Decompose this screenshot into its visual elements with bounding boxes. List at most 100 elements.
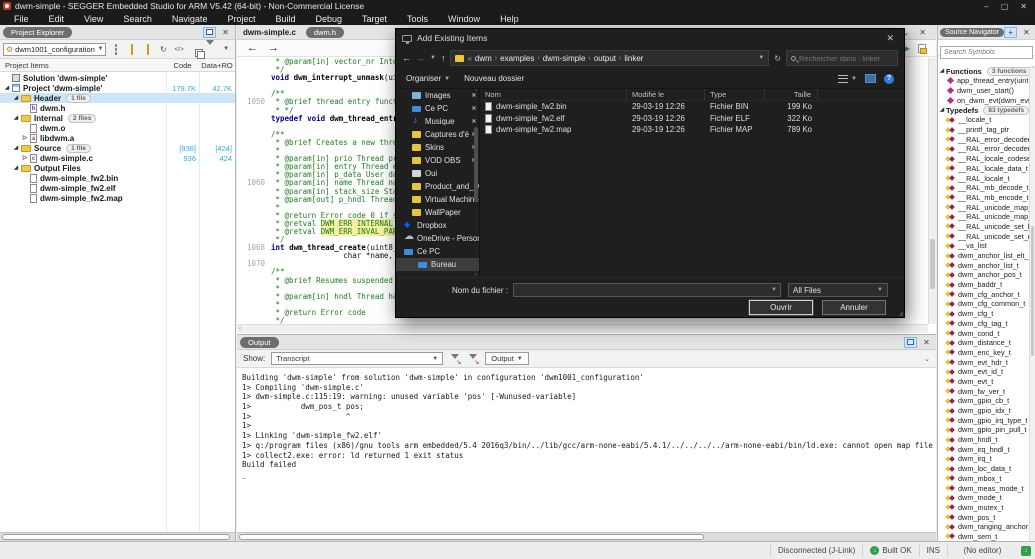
properties-icon[interactable] (110, 43, 122, 55)
menu-debug[interactable]: Debug (305, 14, 352, 24)
tab-dwm-simple-c[interactable]: dwm-simple.c (243, 28, 296, 37)
tree-row[interactable]: dwm-simple_fw2.map (0, 193, 235, 203)
tree-row[interactable]: ◢ Output Files (0, 163, 235, 173)
tree-row[interactable]: dwm-simple_fw2.elf (0, 183, 235, 193)
file-row[interactable]: dwm-simple_fw2.map 29-03-19 12:26 Fichier … (480, 124, 904, 136)
build-transcript[interactable]: Building 'dwm-simple' from solution 'dwm… (237, 369, 936, 532)
tree-row[interactable]: dwm-simple_fw2.bin (0, 173, 235, 183)
menu-tools[interactable]: Tools (397, 14, 438, 24)
typedef-item[interactable]: dwm_gpio_pin_pull_t (938, 425, 1029, 435)
menu-help[interactable]: Help (490, 14, 529, 24)
filename-input[interactable]: ▼ (513, 283, 781, 297)
organize-button[interactable]: Organiser ▼ (406, 74, 450, 83)
typedef-item[interactable]: dwm_evt_t (938, 377, 1029, 387)
breadcrumb-item-output[interactable]: output (594, 54, 616, 63)
menu-edit[interactable]: Edit (39, 14, 75, 24)
typedef-item[interactable]: dwm_irq_hndl_t (938, 444, 1029, 454)
typedef-item[interactable]: dwm_mutex_t (938, 503, 1029, 513)
dock-window-button[interactable] (904, 336, 917, 348)
typedef-item[interactable]: __RAL_unicode_set_bn (938, 222, 1029, 232)
typedef-item[interactable]: dwm_loc_data_t (938, 464, 1029, 474)
column-type[interactable]: Type (705, 89, 765, 100)
typedef-item[interactable]: dwm_cond_t (938, 328, 1029, 338)
expander-icon[interactable]: ▷ (21, 135, 29, 141)
typedef-item[interactable]: dwm_evt_id_t (938, 367, 1029, 377)
typedef-item[interactable]: dwm_hndl_t (938, 435, 1029, 445)
typedef-item[interactable]: dwm_gpio_cb_t (938, 396, 1029, 406)
refresh-symbols-button[interactable]: + (1004, 26, 1018, 38)
typedef-item[interactable]: dwm_enc_key_t (938, 348, 1029, 358)
folder-options-icon[interactable] (142, 43, 154, 55)
breadcrumb-item-dwm[interactable]: dwm (475, 54, 492, 63)
scrollbar-thumb[interactable] (2, 534, 230, 540)
close-panel-button[interactable]: ✕ (219, 27, 232, 38)
open-folder-icon[interactable] (126, 43, 138, 55)
expander-icon[interactable]: ◢ (938, 107, 946, 113)
breadcrumb-item-dwm-simple[interactable]: dwm-simple (543, 54, 586, 63)
column-project-items[interactable]: Project Items (5, 61, 49, 70)
typedef-item[interactable]: __printf_tag_ptr (938, 125, 1029, 135)
output-dropdown-button[interactable]: Output ▼ (485, 352, 529, 365)
sidebar-item-captures-d-[interactable]: Captures d'é✚ (396, 128, 479, 141)
scrollbar-thumb[interactable] (474, 127, 478, 202)
close-editor-button[interactable]: ✕ (919, 28, 926, 37)
typedef-item[interactable]: dwm_anchor_list_elt_t (938, 251, 1029, 261)
typedef-item[interactable]: dwm_evt_hdr_t (938, 357, 1029, 367)
breadcrumb-item-examples[interactable]: examples (500, 54, 534, 63)
menu-window[interactable]: Window (438, 14, 490, 24)
tree-row[interactable]: ◢ Internal 2 files (0, 113, 235, 123)
typedef-item[interactable]: dwm_gpio_idx_t (938, 406, 1029, 416)
transcript-select[interactable]: Transcript ▼ (271, 352, 444, 365)
sidebar-item-dropbox[interactable]: Dropbox (396, 219, 479, 232)
tree-row[interactable]: ◢ Source 1 file [936] [424] (0, 143, 235, 153)
expander-icon[interactable]: ◢ (12, 95, 20, 101)
dock-window-button[interactable] (203, 26, 216, 38)
typedef-item[interactable]: dwm_gpio_irq_type_t (938, 415, 1029, 425)
horizontal-scrollbar[interactable] (237, 532, 936, 541)
sidebar-item-ce-pc[interactable]: Ce PC ✚ (396, 102, 479, 115)
filetype-select[interactable]: All Files ▼ (788, 283, 888, 297)
back-icon[interactable]: ← (402, 53, 411, 63)
function-item[interactable]: app_thread_entry(uint (938, 76, 1029, 86)
help-icon[interactable]: ? (884, 73, 894, 84)
chevron-down-icon[interactable]: ▼ (758, 55, 764, 61)
typedef-item[interactable]: dwm_distance_t (938, 338, 1029, 348)
column-data-ro[interactable]: Data+RO (199, 61, 235, 70)
menu-search[interactable]: Search (113, 14, 162, 24)
tree-row[interactable]: Solution 'dwm-simple' (0, 73, 235, 83)
typedef-item[interactable]: __RAL_unicode_set_nc (938, 231, 1029, 241)
sidebar-item-wallpaper[interactable]: WallPaper (396, 206, 479, 219)
typedef-item[interactable]: dwm_cfg_t (938, 309, 1029, 319)
expander-icon[interactable]: ◢ (938, 68, 946, 74)
typedef-item[interactable]: __RAL_unicode_map_t (938, 212, 1029, 222)
sidebar-item-vod-obs[interactable]: VOD OBS✚ (396, 154, 479, 167)
column-name[interactable]: Nom ⌃ (480, 89, 627, 100)
typedef-item[interactable]: dwm_fw_ver_t (938, 386, 1029, 396)
typedef-item[interactable]: __RAL_unicode_map_t (938, 202, 1029, 212)
typedef-item[interactable]: dwm_cfg_anchor_t (938, 289, 1029, 299)
horizontal-scrollbar[interactable] (0, 532, 235, 541)
configuration-select[interactable]: ⚙ dwm1001_configuration ▼ (3, 42, 107, 56)
chevron-down-icon[interactable]: ⌄ (924, 355, 930, 363)
symbol-section-header[interactable]: ◢ Typedefs 83 typedefs (938, 105, 1029, 115)
new-folder-button[interactable]: Nouveau dossier (464, 74, 524, 83)
close-panel-button[interactable]: ✕ (920, 337, 933, 348)
symbols-scrollbar[interactable]: ⌃ (1029, 66, 1035, 541)
sidebar-item-skins[interactable]: Skins✚ (396, 141, 479, 154)
expander-icon[interactable]: ◢ (3, 85, 11, 91)
symbol-list[interactable]: ◢ Functions 3 functions app_thread_entry(ui… (938, 66, 1029, 541)
scrollbar-thumb[interactable] (239, 534, 704, 540)
sidebar-item-onedrive-persor[interactable]: OneDrive - Persor (396, 232, 479, 245)
sidebar-item-virtual-machine[interactable]: Virtual Machine (396, 193, 479, 206)
expander-icon[interactable]: ◢ (12, 145, 20, 151)
function-item[interactable]: on_dwm_evt(dwm_evt (938, 95, 1029, 105)
dialog-search-box[interactable] (786, 50, 898, 66)
sidebar-item-oui[interactable]: Oui (396, 167, 479, 180)
breadcrumb-overflow-icon[interactable]: « (467, 54, 471, 63)
typedef-item[interactable]: dwm_pos_t (938, 512, 1029, 522)
menu-target[interactable]: Target (352, 14, 397, 24)
tree-row[interactable]: ◢ Header 1 file (0, 93, 235, 103)
chevron-down-icon[interactable]: ▼ (430, 55, 436, 61)
sidebar-scrollbar[interactable]: ⌃ ⌄ (473, 89, 479, 277)
tree-row[interactable]: ◢ Project 'dwm-simple' 179.7K 42.7K (0, 83, 235, 93)
